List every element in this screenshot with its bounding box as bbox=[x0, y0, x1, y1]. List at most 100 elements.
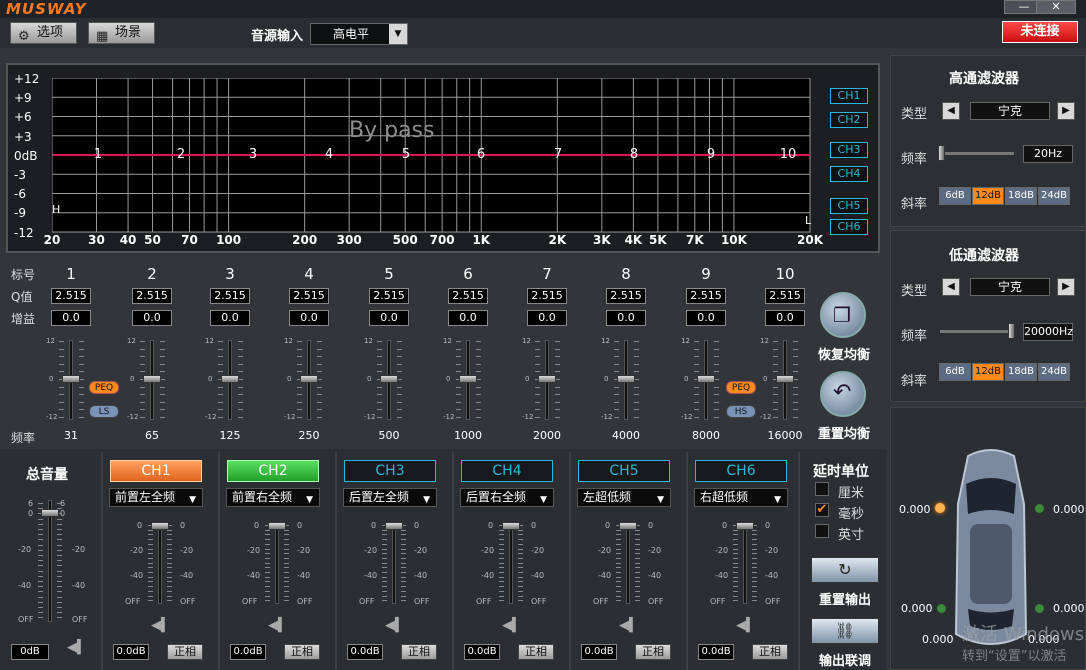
channel-3-db-value[interactable]: 0.0dB bbox=[347, 644, 383, 660]
graph-channel-button[interactable]: CH4 bbox=[830, 166, 868, 182]
channel-2-db-value[interactable]: 0.0dB bbox=[230, 644, 266, 660]
band-q-input[interactable]: 2.515 bbox=[51, 288, 91, 304]
channel-6-header-button[interactable]: CH6 bbox=[695, 460, 787, 482]
lowpass-marker[interactable]: L bbox=[805, 214, 811, 227]
master-volume-value[interactable]: 0dB bbox=[11, 644, 49, 660]
band-gain-input[interactable]: 0.0 bbox=[765, 310, 805, 326]
band-gain-input[interactable]: 0.0 bbox=[606, 310, 646, 326]
master-volume-thumb[interactable] bbox=[41, 509, 59, 517]
channel-5-volume-thumb[interactable] bbox=[619, 522, 637, 530]
channel-2-phase-button[interactable]: 正相 bbox=[284, 644, 320, 660]
highpass-type-next-button[interactable]: ▶ bbox=[1057, 102, 1075, 120]
channel-4-volume-thumb[interactable] bbox=[502, 522, 520, 530]
graph-channel-button[interactable]: CH5 bbox=[830, 198, 868, 214]
channel-3-volume-slider[interactable] bbox=[392, 522, 396, 604]
band-q-input[interactable]: 2.515 bbox=[289, 288, 329, 304]
highpass-slope-button[interactable]: 18dB bbox=[1005, 187, 1037, 205]
band-gain-thumb[interactable] bbox=[538, 375, 556, 383]
channel-1-speaker-icon[interactable]: ◀▍ bbox=[151, 618, 171, 633]
eq-plot-grid[interactable] bbox=[52, 78, 812, 234]
channel-1-header-button[interactable]: CH1 bbox=[110, 460, 202, 482]
rear-right-speaker-icon[interactable] bbox=[1035, 604, 1044, 613]
channel-2-header-button[interactable]: CH2 bbox=[227, 460, 319, 482]
source-input-select[interactable]: 高电平 ▼ bbox=[310, 23, 408, 45]
channel-5-db-value[interactable]: 0.0dB bbox=[581, 644, 617, 660]
lowpass-slope-button[interactable]: 24dB bbox=[1038, 363, 1070, 381]
highpass-slope-button[interactable]: 12dB bbox=[972, 187, 1004, 205]
band-gain-thumb[interactable] bbox=[776, 375, 794, 383]
band-marker[interactable]: 7 bbox=[554, 147, 562, 162]
band-q-input[interactable]: 2.515 bbox=[132, 288, 172, 304]
channel-4-position-select[interactable]: 后置右全频 ▼ bbox=[460, 488, 554, 507]
highpass-freq-value[interactable]: 20Hz bbox=[1023, 145, 1073, 163]
lowpass-type-prev-button[interactable]: ◀ bbox=[942, 278, 960, 296]
channel-2-volume-slider[interactable] bbox=[275, 522, 279, 604]
channel-5-phase-button[interactable]: 正相 bbox=[635, 644, 671, 660]
band-gain-thumb[interactable] bbox=[143, 375, 161, 383]
band-gain-thumb[interactable] bbox=[221, 375, 239, 383]
channel-6-db-value[interactable]: 0.0dB bbox=[698, 644, 734, 660]
channel-1-db-value[interactable]: 0.0dB bbox=[113, 644, 149, 660]
band-gain-input[interactable]: 0.0 bbox=[369, 310, 409, 326]
band-gain-thumb[interactable] bbox=[62, 375, 80, 383]
master-volume-slider[interactable] bbox=[48, 500, 52, 622]
band-q-input[interactable]: 2.515 bbox=[527, 288, 567, 304]
channel-5-position-select[interactable]: 左超低频 ▼ bbox=[577, 488, 671, 507]
channel-5-header-button[interactable]: CH5 bbox=[578, 460, 670, 482]
graph-channel-button[interactable]: CH1 bbox=[830, 88, 868, 104]
band-gain-input[interactable]: 0.0 bbox=[210, 310, 250, 326]
close-button[interactable]: ✕ bbox=[1036, 0, 1076, 14]
rear-left-speaker-icon[interactable] bbox=[937, 604, 946, 613]
highpass-slope-button[interactable]: 24dB bbox=[1038, 187, 1070, 205]
graph-channel-button[interactable]: CH6 bbox=[830, 219, 868, 235]
master-speaker-icon[interactable]: ◀▍ bbox=[67, 640, 87, 655]
lowpass-slope-button[interactable]: 18dB bbox=[1005, 363, 1037, 381]
channel-3-position-select[interactable]: 后置左全频 ▼ bbox=[343, 488, 437, 507]
delay-3-checkbox[interactable] bbox=[815, 524, 829, 538]
band-gain-input[interactable]: 0.0 bbox=[289, 310, 329, 326]
band-gain-input[interactable]: 0.0 bbox=[527, 310, 567, 326]
band-marker[interactable]: 3 bbox=[249, 147, 257, 162]
channel-4-volume-slider[interactable] bbox=[509, 522, 513, 604]
lowpass-freq-slider[interactable] bbox=[940, 330, 1014, 333]
band-gain-thumb[interactable] bbox=[459, 375, 477, 383]
channel-1-phase-button[interactable]: 正相 bbox=[167, 644, 203, 660]
band-gain-input[interactable]: 0.0 bbox=[448, 310, 488, 326]
channel-2-volume-thumb[interactable] bbox=[268, 522, 286, 530]
lowpass-freq-thumb[interactable] bbox=[1008, 323, 1015, 339]
band-marker[interactable]: 1 bbox=[94, 147, 102, 162]
band-gain-thumb[interactable] bbox=[300, 375, 318, 383]
channel-3-speaker-icon[interactable]: ◀▍ bbox=[385, 618, 405, 633]
options-button[interactable]: ⚙ 选项 bbox=[10, 22, 77, 44]
band-q-input[interactable]: 2.515 bbox=[606, 288, 646, 304]
highpass-type-prev-button[interactable]: ◀ bbox=[942, 102, 960, 120]
channel-2-speaker-icon[interactable]: ◀▍ bbox=[268, 618, 288, 633]
channel-3-header-button[interactable]: CH3 bbox=[344, 460, 436, 482]
channel-3-phase-button[interactable]: 正相 bbox=[401, 644, 437, 660]
reset-output-button[interactable]: ↻ bbox=[811, 557, 879, 583]
band1-ls-pill[interactable]: LS bbox=[89, 405, 119, 418]
band-gain-input[interactable]: 0.0 bbox=[132, 310, 172, 326]
band-marker[interactable]: 8 bbox=[630, 147, 638, 162]
band9-hs-pill[interactable]: HS bbox=[726, 405, 756, 418]
channel-4-db-value[interactable]: 0.0dB bbox=[464, 644, 500, 660]
front-left-speaker-icon[interactable] bbox=[935, 503, 945, 513]
band9-peq-pill[interactable]: PEQ bbox=[726, 381, 756, 394]
lowpass-freq-value[interactable]: 20000Hz bbox=[1023, 323, 1073, 341]
band-gain-input[interactable]: 0.0 bbox=[51, 310, 91, 326]
channel-6-volume-slider[interactable] bbox=[743, 522, 747, 604]
lowpass-type-next-button[interactable]: ▶ bbox=[1057, 278, 1075, 296]
band-q-input[interactable]: 2.515 bbox=[686, 288, 726, 304]
highpass-marker[interactable]: H bbox=[52, 203, 60, 216]
delay-1-checkbox[interactable] bbox=[815, 482, 829, 496]
channel-1-volume-slider[interactable] bbox=[158, 522, 162, 604]
band-marker[interactable]: 10 bbox=[780, 147, 797, 162]
channel-1-volume-thumb[interactable] bbox=[151, 522, 169, 530]
lowpass-slope-button[interactable]: 12dB bbox=[972, 363, 1004, 381]
channel-6-speaker-icon[interactable]: ◀▍ bbox=[736, 618, 756, 633]
band-q-input[interactable]: 2.515 bbox=[369, 288, 409, 304]
scene-button[interactable]: ▦ 场景 bbox=[88, 22, 155, 44]
band-gain-input[interactable]: 0.0 bbox=[686, 310, 726, 326]
band-q-input[interactable]: 2.515 bbox=[448, 288, 488, 304]
band-marker[interactable]: 2 bbox=[177, 147, 185, 162]
